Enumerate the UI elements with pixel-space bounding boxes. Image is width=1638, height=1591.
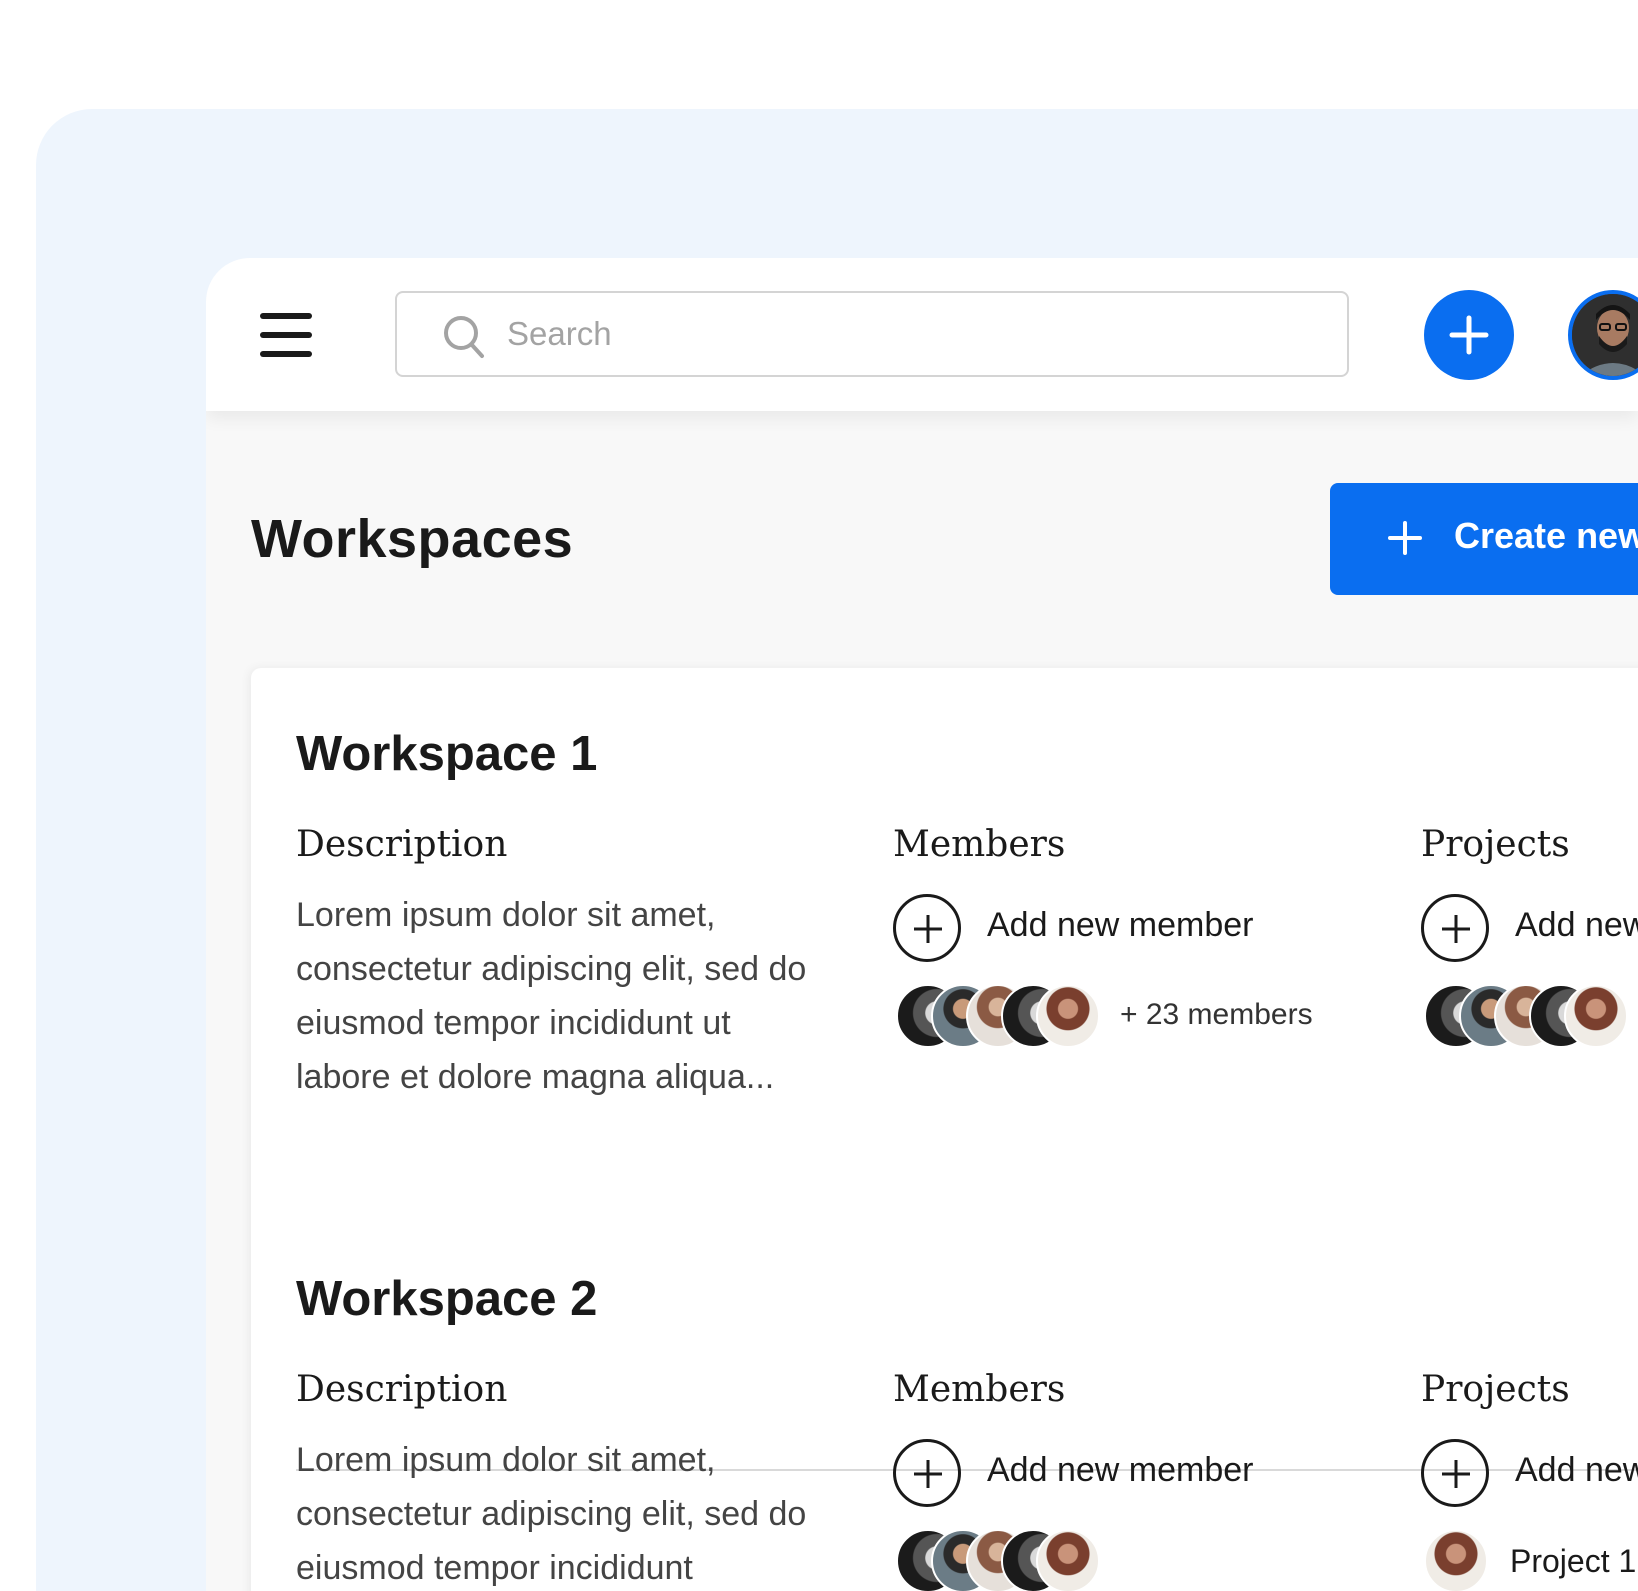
user-photo	[1572, 294, 1638, 376]
members-heading: Members	[893, 1369, 1066, 1410]
project-name: Project 1	[1510, 1543, 1637, 1579]
project-item[interactable]: Project 1	[1424, 1529, 1638, 1591]
workspaces-card: Workspace 1 Description Lorem ipsum dolo…	[251, 668, 1638, 1591]
description-heading: Description	[296, 1369, 508, 1410]
workspace-title: Workspace 2	[296, 1272, 598, 1326]
page-title: Workspaces	[251, 509, 574, 569]
add-project-label: Add new project	[1515, 906, 1638, 944]
workspace-title: Workspace 1	[296, 727, 598, 781]
add-member-label: Add new member	[987, 906, 1254, 944]
search-input[interactable]	[505, 303, 1309, 365]
add-button[interactable]	[1424, 290, 1514, 380]
project-avatar	[1424, 1529, 1488, 1591]
workspace-item: Workspace 2 Description Lorem ipsum dolo…	[296, 1271, 1638, 1591]
add-member-label: Add new member	[987, 1451, 1254, 1489]
project-avatar	[1564, 984, 1628, 1048]
add-circle-icon	[1421, 894, 1489, 962]
add-circle-icon	[893, 1439, 961, 1507]
member-avatar	[1036, 984, 1100, 1048]
create-new-button[interactable]: Create new	[1330, 483, 1638, 595]
project-avatars[interactable]	[1424, 984, 1638, 1050]
add-circle-icon	[893, 894, 961, 962]
search-box[interactable]	[395, 291, 1349, 377]
members-heading: Members	[893, 824, 1066, 865]
app-window: Workspaces Create new Workspace 1 Descri…	[206, 258, 1638, 1591]
top-bar	[206, 258, 1638, 411]
member-avatars[interactable]: + 23 members	[896, 984, 1316, 1050]
projects-heading: Projects	[1421, 824, 1570, 865]
search-icon	[444, 316, 484, 358]
workspace-description: Lorem ipsum dolor sit amet, consectetur …	[296, 896, 807, 1096]
workspace-item: Workspace 1 Description Lorem ipsum dolo…	[296, 726, 1638, 1186]
description-heading: Description	[296, 824, 508, 865]
plus-icon	[1388, 521, 1422, 555]
add-project-label: Add new project	[1515, 1451, 1638, 1489]
add-circle-icon	[1421, 1439, 1489, 1507]
member-avatar	[1036, 1529, 1100, 1591]
create-new-label: Create new	[1454, 515, 1638, 556]
workspace-description: Lorem ipsum dolor sit amet, consectetur …	[296, 1441, 807, 1587]
user-avatar[interactable]	[1568, 290, 1638, 380]
projects-heading: Projects	[1421, 1369, 1570, 1410]
plus-icon	[1449, 315, 1489, 355]
members-count: + 23 members	[1120, 998, 1313, 1031]
member-avatars[interactable]	[896, 1529, 1116, 1591]
menu-icon[interactable]	[260, 313, 312, 357]
